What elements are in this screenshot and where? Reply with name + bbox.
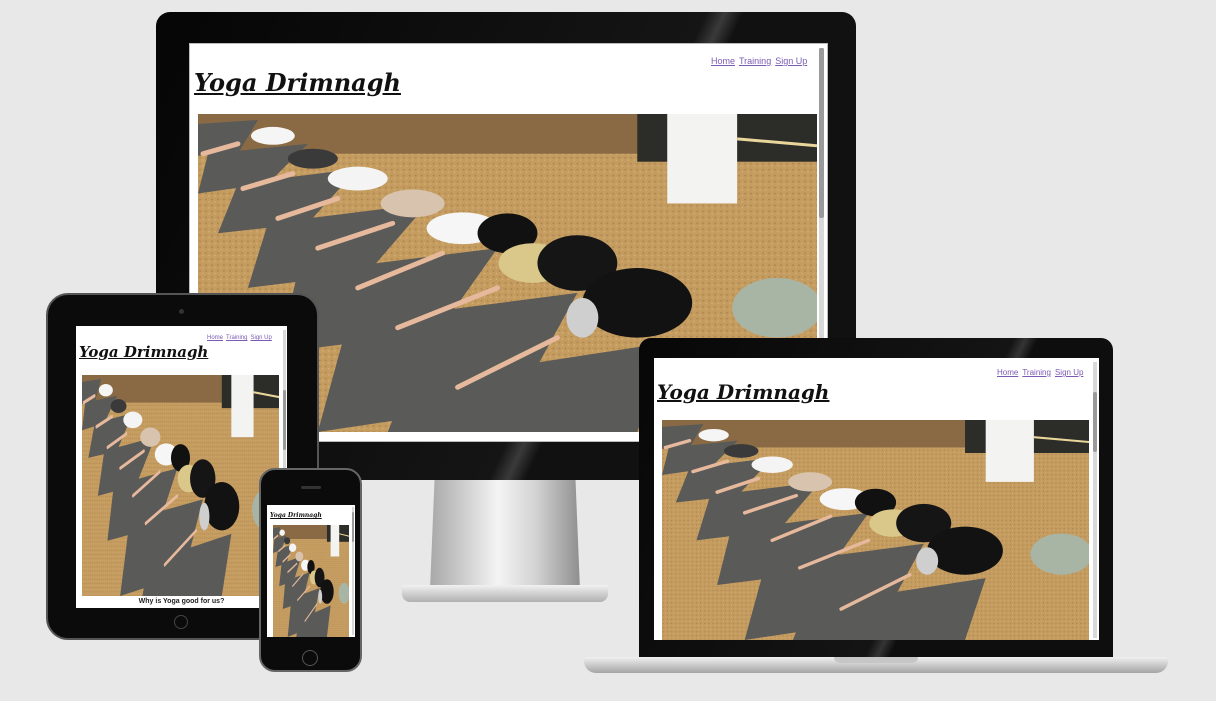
section-heading: Why is Yoga good for us? [138,598,225,605]
phone-home-button[interactable] [302,650,318,666]
nav-home-link[interactable]: Home [997,368,1018,377]
nav-training-link[interactable]: Training [226,335,247,341]
phone-screen: Yoga Drimnagh [267,505,355,637]
hero-image [273,525,349,637]
laptop-nav: Home Training Sign Up [997,368,1083,377]
monitor-stand [430,480,580,590]
nav-signup-link[interactable]: Sign Up [775,56,807,66]
laptop-scrollbar[interactable] [1093,362,1097,638]
nav-home-link[interactable]: Home [711,56,735,66]
site-brand[interactable]: Yoga Drimnagh [270,512,322,519]
desktop-nav: Home Training Sign Up [711,56,807,66]
nav-training-link[interactable]: Training [739,56,771,66]
tablet-home-button[interactable] [174,615,188,629]
phone-scrollbar[interactable] [352,507,354,635]
nav-home-link[interactable]: Home [207,335,223,341]
site-brand[interactable]: Yoga Drimnagh [79,343,208,361]
site-brand[interactable]: Yoga Drimnagh [657,380,829,404]
laptop-screen: Home Training Sign Up Yoga Drimnagh [654,358,1099,640]
site-brand[interactable]: Yoga Drimnagh [194,68,401,97]
tablet-nav: Home Training Sign Up [207,335,272,341]
nav-signup-link[interactable]: Sign Up [250,335,271,341]
monitor-foot [402,585,608,602]
tablet-screen: Home Training Sign Up Yoga Drimnagh Why … [76,326,287,608]
tablet-camera [179,309,184,314]
hero-image [82,375,279,596]
nav-training-link[interactable]: Training [1022,368,1051,377]
hero-image [662,420,1089,640]
nav-signup-link[interactable]: Sign Up [1055,368,1083,377]
laptop-notch [834,657,918,663]
phone-speaker [301,486,321,489]
